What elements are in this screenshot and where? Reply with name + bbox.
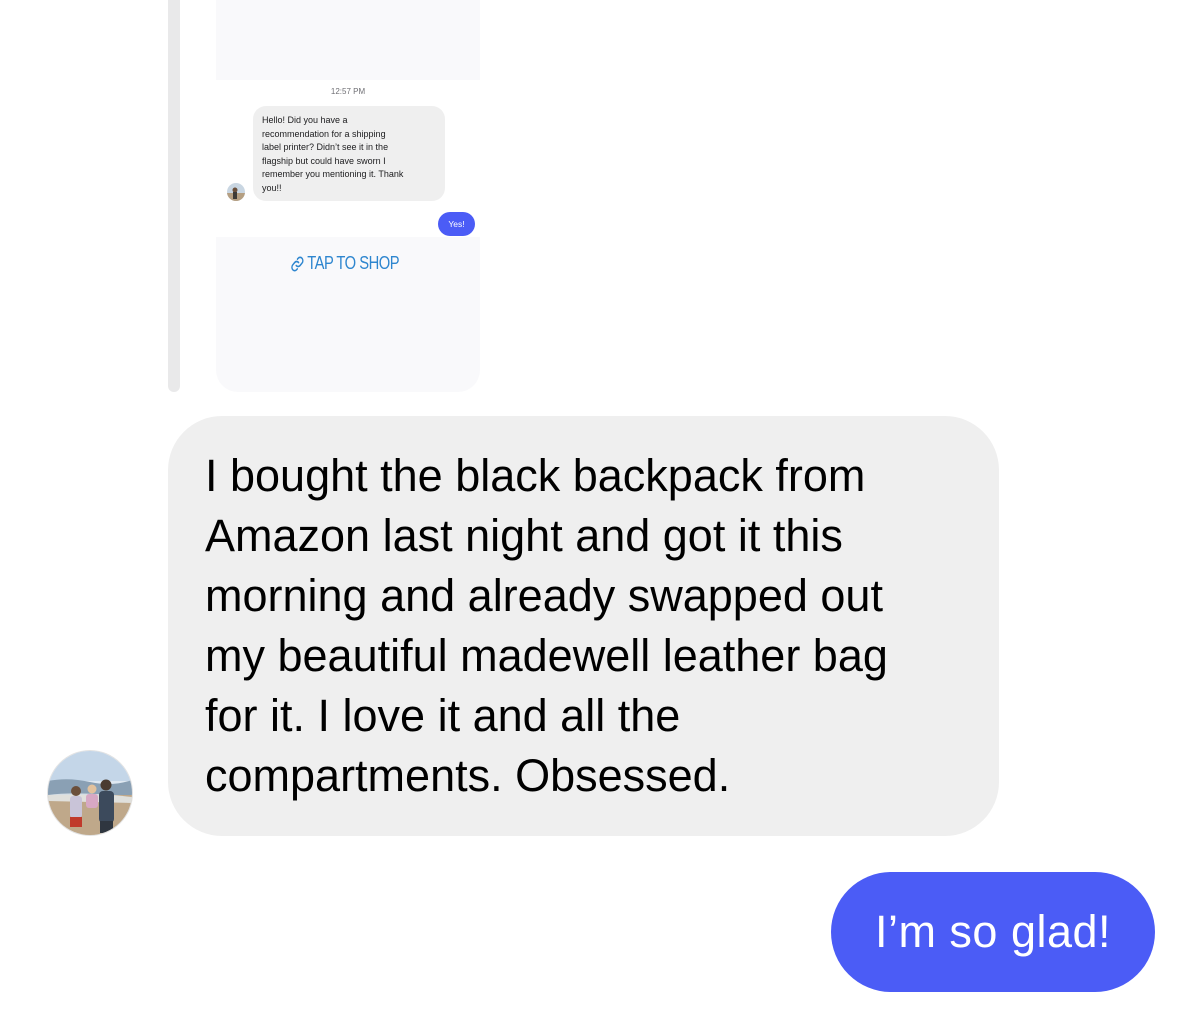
message-line: my beautiful madewell leather bag bbox=[205, 630, 888, 681]
quoted-story-preview bbox=[216, 0, 480, 80]
quoted-story-card[interactable]: 12:57 PM Hello! Did you have a recommend… bbox=[216, 0, 480, 392]
quoted-message-line: recommendation for a shipping bbox=[262, 128, 386, 139]
message-line: Amazon last night and got it this bbox=[205, 510, 843, 561]
quoted-message-line: Hello! Did you have a bbox=[262, 115, 348, 125]
tap-to-shop-link[interactable]: TAP TO SHOP bbox=[290, 253, 400, 274]
sender-avatar[interactable] bbox=[48, 751, 132, 835]
quoted-message-line: you!! bbox=[262, 182, 282, 193]
quoted-message-line: label printer? Didn’t see it in the bbox=[262, 142, 389, 152]
message-line: morning and already swapped out bbox=[205, 570, 883, 621]
reply-indicator-bar bbox=[168, 0, 180, 392]
quoted-avatar bbox=[227, 183, 245, 201]
quoted-timestamp: 12:57 PM bbox=[330, 87, 366, 96]
received-message-bubble[interactable]: I bought the black backpack from Amazon … bbox=[168, 416, 999, 836]
quoted-sent-message: Yes! bbox=[438, 212, 475, 236]
quoted-message-line: flagship but could have sworn I bbox=[262, 155, 386, 166]
quoted-received-message: Hello! Did you have a recommendation for… bbox=[253, 106, 445, 201]
message-line: I bought the black backpack from bbox=[205, 450, 866, 501]
message-line: for it. I love it and all the bbox=[205, 690, 681, 741]
sent-message-bubble[interactable]: I’m so glad! bbox=[831, 872, 1155, 992]
message-line: compartments. Obsessed. bbox=[205, 750, 731, 801]
tap-to-shop-label: TAP TO SHOP bbox=[307, 253, 400, 273]
quoted-message-line: remember you mentioning it. Thank bbox=[262, 169, 404, 179]
link-icon bbox=[290, 255, 305, 273]
